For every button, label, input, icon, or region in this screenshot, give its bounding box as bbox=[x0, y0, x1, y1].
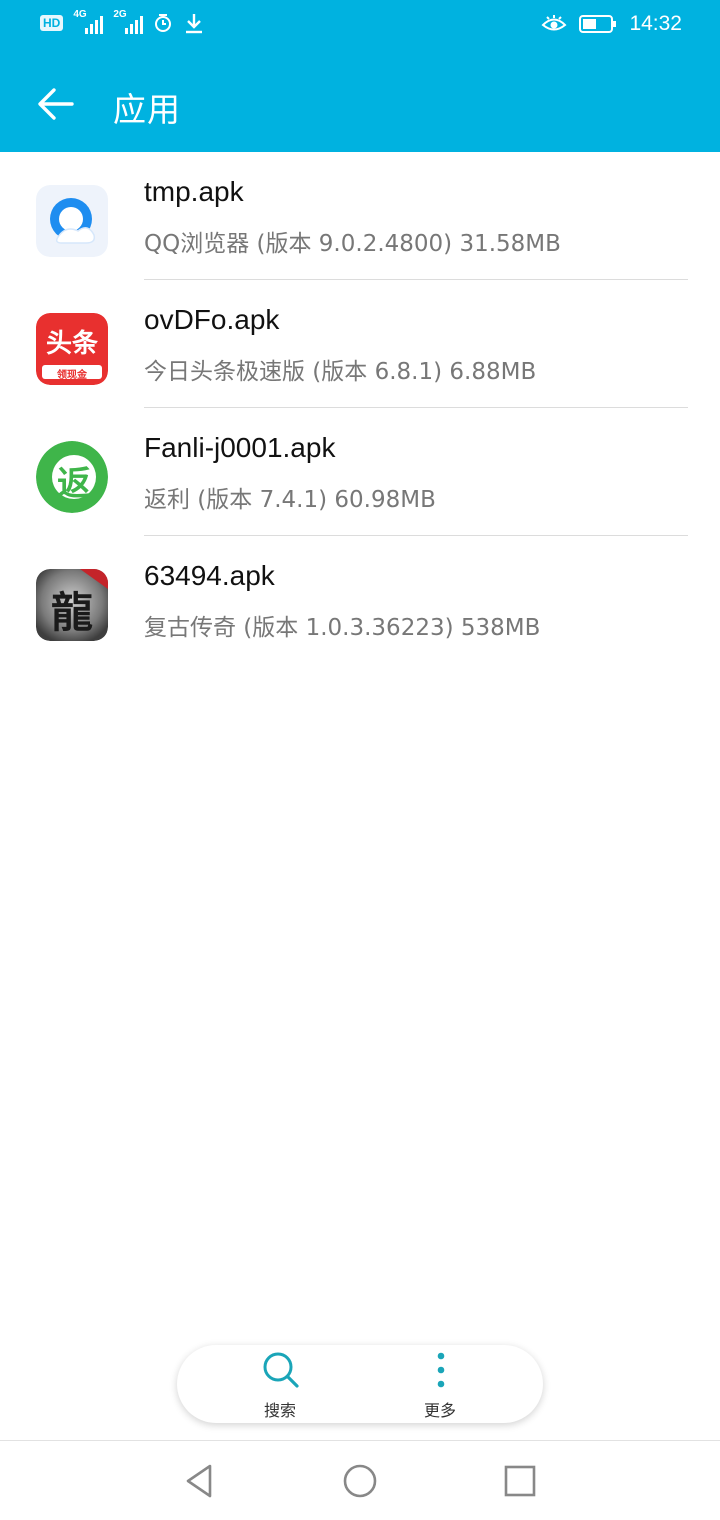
apk-info: 返利 (版本 7.4.1) 60.98MB bbox=[144, 487, 436, 513]
fanli-icon-text: 返 bbox=[57, 464, 91, 504]
toutiao-icon: 头条 领现金 bbox=[36, 313, 108, 385]
search-icon bbox=[263, 1352, 299, 1388]
page-title: 应用 bbox=[113, 90, 181, 129]
recents-square-icon[interactable] bbox=[500, 1461, 540, 1501]
back-triangle-icon[interactable] bbox=[180, 1461, 220, 1501]
network-type-1: 4G bbox=[73, 9, 87, 20]
bottom-action-bar: 搜索 更多 bbox=[177, 1345, 543, 1423]
signal-icon: 4G bbox=[73, 9, 104, 34]
network-type-2: 2G bbox=[113, 9, 127, 20]
list-item[interactable]: tmp.apk QQ浏览器 (版本 9.0.2.4800) 31.58MB bbox=[0, 152, 720, 280]
status-time: 14:32 bbox=[629, 12, 682, 35]
apk-file-name: tmp.apk bbox=[144, 176, 244, 207]
apk-info: 今日头条极速版 (版本 6.8.1) 6.88MB bbox=[144, 359, 537, 385]
download-icon bbox=[186, 14, 203, 34]
apk-file-name: Fanli-j0001.apk bbox=[144, 432, 336, 463]
search-button[interactable]: 搜索 bbox=[220, 1345, 340, 1423]
fanli-icon: 返 bbox=[36, 441, 108, 513]
status-bar: HD 4G 2G 14:32 bbox=[0, 0, 720, 56]
apk-file-name: ovDFo.apk bbox=[144, 304, 280, 335]
apk-list: tmp.apk QQ浏览器 (版本 9.0.2.4800) 31.58MB 头条… bbox=[0, 152, 720, 664]
qq-browser-icon bbox=[36, 185, 108, 257]
more-vertical-icon bbox=[437, 1352, 445, 1388]
home-circle-icon[interactable] bbox=[340, 1461, 380, 1501]
list-item[interactable]: 头条 领现金 ovDFo.apk 今日头条极速版 (版本 6.8.1) 6.88… bbox=[0, 280, 720, 408]
dragon-game-icon-text: 龍 bbox=[50, 588, 93, 637]
list-item[interactable]: 龍 63494.apk 复古传奇 (版本 1.0.3.36223) 538MB bbox=[0, 536, 720, 664]
hd-badge: HD bbox=[40, 15, 64, 31]
toutiao-icon-subtext: 领现金 bbox=[57, 370, 87, 381]
alarm-icon bbox=[155, 14, 172, 32]
system-nav-bar bbox=[0, 1440, 720, 1520]
apk-info: 复古传奇 (版本 1.0.3.36223) 538MB bbox=[144, 615, 541, 641]
more-label: 更多 bbox=[423, 1401, 456, 1420]
apk-file-name: 63494.apk bbox=[144, 560, 275, 591]
search-label: 搜索 bbox=[263, 1401, 296, 1420]
eye-icon bbox=[541, 15, 567, 31]
battery-icon bbox=[579, 15, 617, 33]
list-item[interactable]: 返 Fanli-j0001.apk 返利 (版本 7.4.1) 60.98MB bbox=[0, 408, 720, 536]
arrow-left-icon[interactable] bbox=[36, 84, 76, 124]
apk-info: QQ浏览器 (版本 9.0.2.4800) 31.58MB bbox=[144, 231, 561, 257]
more-button[interactable]: 更多 bbox=[380, 1345, 500, 1423]
dragon-game-icon: 龍 bbox=[36, 569, 108, 641]
app-bar: HD 4G 2G 14:32 应用 bbox=[0, 0, 720, 152]
signal-icon-2: 2G bbox=[113, 9, 144, 34]
toutiao-icon-text: 头条 bbox=[45, 329, 98, 359]
